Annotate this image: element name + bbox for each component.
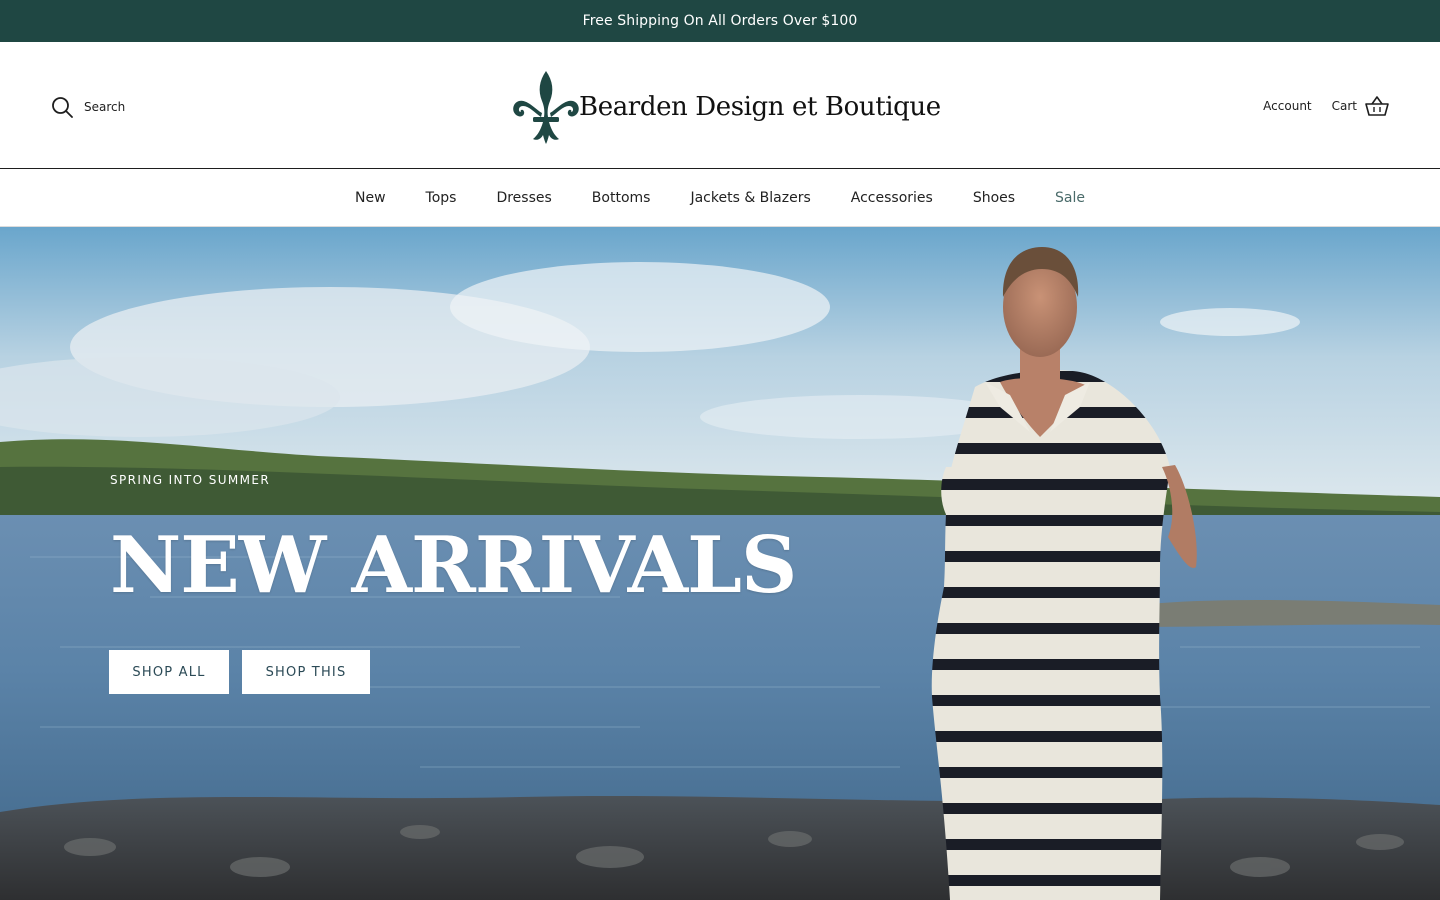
fleur-de-lis-icon [513,71,579,144]
search-label: Search [84,100,126,114]
nav-item-new[interactable]: New [335,190,406,206]
header-actions: Account Cart [1263,95,1389,117]
hero-banner[interactable]: SPRING INTO SUMMER NEW ARRIVALS SHOP ALL… [0,227,1440,900]
nav-item-bottoms[interactable]: Bottoms [572,190,671,206]
hero-buttons: SHOP ALL SHOP THIS [109,650,796,694]
nav-item-dresses[interactable]: Dresses [476,190,571,206]
cart-label: Cart [1331,99,1357,113]
nav-item-shoes[interactable]: Shoes [953,190,1035,206]
announcement-bar: Free Shipping On All Orders Over $100 [0,0,1440,42]
hero-content: SPRING INTO SUMMER NEW ARRIVALS SHOP ALL… [109,473,797,694]
basket-icon [1365,96,1389,116]
account-link[interactable]: Account [1263,99,1311,113]
nav-item-jackets-blazers[interactable]: Jackets & Blazers [670,190,830,206]
announcement-text: Free Shipping On All Orders Over $100 [582,13,858,29]
hero-eyebrow: SPRING INTO SUMMER [110,473,271,487]
main-nav: New Tops Dresses Bottoms Jackets & Blaze… [0,169,1440,227]
shop-all-button[interactable]: SHOP ALL [109,650,229,694]
brand-name: Bearden Design et Boutique [579,92,941,122]
shop-this-button[interactable]: SHOP THIS [242,650,370,694]
cart-link[interactable]: Cart [1332,95,1389,117]
search-icon [52,97,73,118]
nav-item-accessories[interactable]: Accessories [831,190,953,206]
site-header: Search Bearden Design et Boutique Accoun… [0,42,1440,169]
search-link[interactable]: Search [51,96,125,118]
nav-item-tops[interactable]: Tops [406,190,477,206]
site-logo[interactable]: Bearden Design et Boutique [511,69,941,145]
nav-item-sale[interactable]: Sale [1035,190,1105,206]
hero-title: NEW ARRIVALS [110,520,797,611]
